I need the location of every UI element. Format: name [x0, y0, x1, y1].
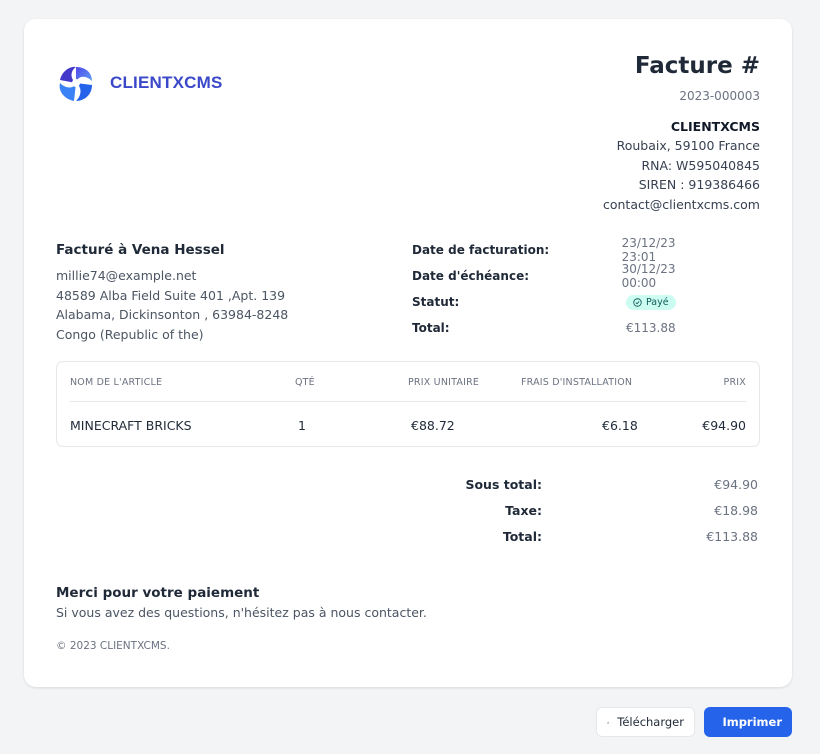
check-circle-icon	[633, 297, 642, 307]
bill-to: Facturé à Vena Hessel millie74@example.n…	[56, 241, 288, 344]
meta-row-date: Date de facturation: 23/12/23 23:01	[412, 236, 712, 264]
totals-row-tax: Taxe: €18.98	[442, 497, 758, 523]
column-header-qty: QTÉ	[295, 377, 315, 388]
totals-label: Total:	[502, 528, 542, 544]
meta-label: Total:	[412, 321, 450, 335]
bill-to-address-line2: Alabama, Dickinsonton , 63984-8248	[56, 307, 289, 323]
column-header-price: PRIX	[723, 377, 746, 388]
column-header-setup-fee: FRAIS D'INSTALLATION	[521, 377, 633, 388]
meta-value: 30/12/23 00:00	[621, 262, 676, 290]
meta-label: Date d'échéance:	[412, 269, 529, 283]
copyright: © 2023 CLIENTXCMS.	[56, 640, 170, 652]
company-siren: SIREN : 919386466	[638, 177, 760, 193]
brand-name: CLIENTXCMS	[110, 73, 223, 92]
bill-to-country: Congo (Republic of the)	[56, 326, 204, 342]
column-header-item: NOM DE L'ARTICLE	[70, 377, 163, 388]
table-divider	[70, 401, 746, 402]
cell-setup-fee: €6.18	[602, 418, 638, 433]
totals-summary: Sous total: €94.90 Taxe: €18.98 Total: €…	[442, 471, 758, 549]
print-button[interactable]: Imprimer	[704, 707, 792, 737]
download-icon	[607, 720, 610, 723]
items-table: NOM DE L'ARTICLE QTÉ PRIX UNITAIRE FRAIS…	[56, 361, 760, 447]
totals-row-total: Total: €113.88	[442, 523, 758, 549]
company-email: contact@clientxcms.com	[602, 196, 760, 212]
status-badge: Payé	[626, 294, 676, 310]
cell-item-name: MINECRAFT BRICKS	[70, 418, 192, 433]
totals-value: €113.88	[706, 528, 758, 544]
bill-to-address-line1: 48589 Alba Field Suite 401 ,Apt. 139	[56, 287, 286, 303]
totals-value: €94.90	[714, 476, 758, 492]
totals-value: €18.98	[714, 502, 758, 518]
cell-price: €94.90	[702, 418, 746, 433]
invoice-card: CLIENTXCMS Facture # 2023-000003 CLIENTX…	[24, 19, 792, 687]
invoice-meta: Date de facturation: 23/12/23 23:01 Date…	[412, 236, 712, 341]
company-rna: RNA: W595040845	[641, 157, 761, 173]
swirl-logo-icon	[59, 66, 92, 101]
meta-label: Statut:	[412, 295, 460, 309]
meta-row-total: Total: €113.88	[412, 315, 712, 341]
bill-to-title: Facturé à Vena Hessel	[56, 242, 225, 258]
totals-row-subtotal: Sous total: €94.90	[442, 471, 758, 497]
totals-label: Taxe:	[505, 502, 542, 518]
invoice-title: Facture #	[634, 53, 760, 79]
meta-value: 23/12/23 23:01	[621, 236, 676, 264]
cell-unit-price: €88.72	[411, 418, 455, 433]
bill-to-email: millie74@example.net	[56, 268, 197, 284]
download-button-label: Télécharger	[617, 715, 684, 729]
cell-qty: 1	[298, 418, 306, 433]
company-address: Roubaix, 59100 France	[616, 138, 760, 154]
brand-logo: CLIENTXCMS	[56, 63, 223, 103]
thank-you-title: Merci pour votre paiement	[56, 585, 260, 601]
print-button-label: Imprimer	[722, 715, 782, 729]
meta-label: Date de facturation:	[412, 243, 550, 257]
invoice-number: 2023-000003	[679, 89, 760, 103]
invoice-header: Facture # 2023-000003	[635, 53, 760, 103]
download-button[interactable]: Télécharger	[596, 707, 695, 737]
thank-you-note: Merci pour votre paiement Si vous avez d…	[56, 585, 427, 620]
meta-row-due: Date d'échéance: 30/12/23 00:00	[412, 262, 712, 290]
column-header-unit-price: PRIX UNITAIRE	[408, 377, 480, 388]
company-name: CLIENTXCMS	[670, 119, 760, 134]
totals-label: Sous total:	[465, 476, 542, 492]
status-badge-label: Payé	[646, 296, 669, 308]
thank-you-text: Si vous avez des questions, n'hésitez pa…	[56, 605, 427, 620]
meta-row-status: Statut: Payé	[412, 289, 712, 315]
company-info: CLIENTXCMS Roubaix, 59100 France RNA: W5…	[603, 117, 760, 214]
meta-value: €113.88	[626, 321, 676, 335]
